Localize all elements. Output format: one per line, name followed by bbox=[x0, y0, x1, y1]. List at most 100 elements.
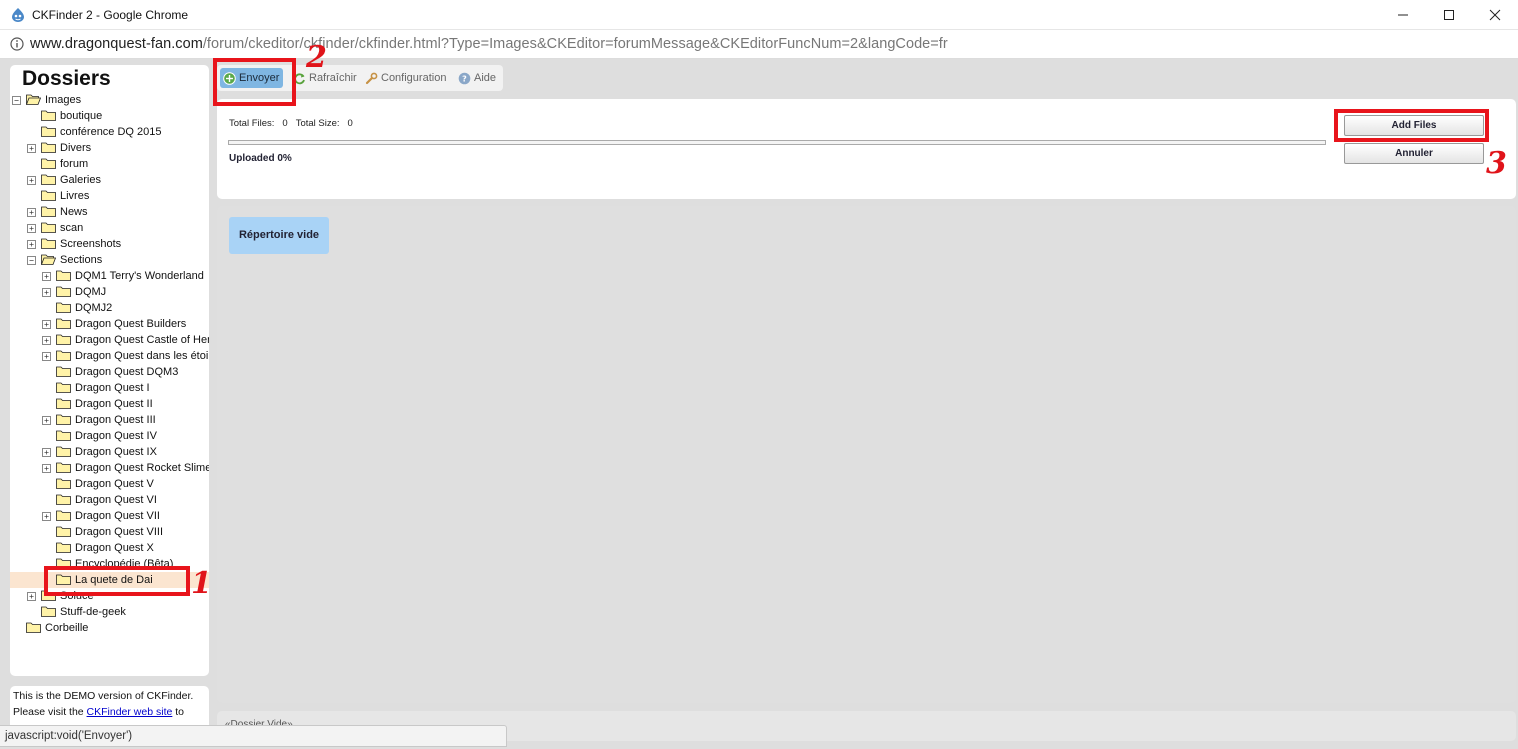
upload-panel: Total Files: 0 Total Size: 0 Uploaded 0% Ad… bbox=[217, 99, 1516, 199]
expand-icon[interactable]: + bbox=[27, 208, 36, 217]
folder-label: Dragon Quest dans les étoiles bbox=[75, 350, 209, 362]
annotation-number-3: 3 bbox=[1486, 146, 1507, 181]
expand-icon[interactable]: + bbox=[42, 352, 51, 361]
folder-item[interactable]: Dragon Quest VIII bbox=[10, 524, 209, 540]
folder-item[interactable]: Dragon Quest IV bbox=[10, 428, 209, 444]
expand-icon[interactable]: + bbox=[42, 288, 51, 297]
settings-label: Configuration bbox=[381, 72, 447, 84]
cancel-button[interactable]: Annuler bbox=[1344, 143, 1484, 164]
help-button[interactable]: ? Aide bbox=[458, 68, 496, 88]
expand-icon[interactable]: + bbox=[42, 336, 51, 345]
folder-item[interactable]: − Images bbox=[10, 92, 209, 108]
expand-icon[interactable]: + bbox=[42, 320, 51, 329]
folder-icon bbox=[41, 174, 56, 185]
annotation-number-1: 1 bbox=[191, 566, 212, 601]
folder-item[interactable]: Livres bbox=[10, 188, 209, 204]
folder-item[interactable]: + Screenshots bbox=[10, 236, 209, 252]
folder-icon bbox=[41, 142, 56, 153]
folder-item[interactable]: − Sections bbox=[10, 252, 209, 268]
annotation-box-folder bbox=[44, 566, 190, 596]
folder-item[interactable]: + Dragon Quest Rocket Slime bbox=[10, 460, 209, 476]
folder-item[interactable]: + Dragon Quest VII bbox=[10, 508, 209, 524]
folder-item[interactable]: + scan bbox=[10, 220, 209, 236]
expand-icon[interactable]: + bbox=[42, 448, 51, 457]
folder-item[interactable]: + Galeries bbox=[10, 172, 209, 188]
folder-item[interactable]: + Dragon Quest IX bbox=[10, 444, 209, 460]
folder-label: Galeries bbox=[60, 174, 101, 186]
settings-button[interactable]: Configuration bbox=[365, 68, 446, 88]
expand-icon[interactable]: + bbox=[27, 144, 36, 153]
folder-item[interactable]: Dragon Quest VI bbox=[10, 492, 209, 508]
folder-label: News bbox=[60, 206, 88, 218]
address-bar[interactable]: www.dragonquest-fan.com/forum/ckeditor/c… bbox=[0, 30, 1518, 59]
ckfinder-site-link[interactable]: CKFinder web site bbox=[87, 706, 173, 718]
info-icon[interactable] bbox=[10, 37, 24, 51]
folder-label: Dragon Quest IX bbox=[75, 446, 157, 458]
folder-item[interactable]: + DQM1 Terry's Wonderland bbox=[10, 268, 209, 284]
expand-icon[interactable]: + bbox=[42, 416, 51, 425]
expand-icon[interactable]: + bbox=[27, 240, 36, 249]
folder-item[interactable]: Dragon Quest V bbox=[10, 476, 209, 492]
folder-icon bbox=[41, 206, 56, 217]
expand-icon[interactable]: + bbox=[42, 464, 51, 473]
folder-item[interactable]: + Dragon Quest Builders bbox=[10, 316, 209, 332]
maximize-button[interactable] bbox=[1426, 0, 1472, 29]
files-view[interactable]: Répertoire vide bbox=[217, 206, 1516, 703]
folder-item[interactable]: boutique bbox=[10, 108, 209, 124]
folder-label: Dragon Quest DQM3 bbox=[75, 366, 179, 378]
folder-icon bbox=[56, 542, 71, 553]
url-host: www.dragonquest-fan.com bbox=[30, 36, 203, 52]
folder-item[interactable]: Dragon Quest I bbox=[10, 380, 209, 396]
folder-icon bbox=[56, 270, 71, 281]
help-icon: ? bbox=[458, 72, 471, 84]
folder-icon bbox=[41, 222, 56, 233]
expand-icon[interactable]: + bbox=[27, 224, 36, 233]
folder-open-icon bbox=[26, 94, 41, 105]
folder-label: Dragon Quest X bbox=[75, 542, 154, 554]
folder-item[interactable]: conférence DQ 2015 bbox=[10, 124, 209, 140]
folders-title: Dossiers bbox=[22, 67, 111, 90]
demo-text-2: Please visit the bbox=[13, 706, 87, 718]
upload-progress-bar bbox=[228, 140, 1326, 145]
minimize-button[interactable] bbox=[1380, 0, 1426, 29]
folder-label: Dragon Quest II bbox=[75, 398, 153, 410]
folder-label: Stuff-de-geek bbox=[60, 606, 126, 618]
folder-icon bbox=[41, 606, 56, 617]
folder-icon bbox=[56, 510, 71, 521]
folder-label: scan bbox=[60, 222, 84, 234]
minimize-icon bbox=[1398, 14, 1408, 15]
collapse-icon[interactable]: − bbox=[12, 96, 21, 105]
folder-label: Dragon Quest VII bbox=[75, 510, 160, 522]
folder-item[interactable]: Stuff-de-geek bbox=[10, 604, 209, 620]
folder-label: DQMJ bbox=[75, 286, 107, 298]
folder-item[interactable]: + Dragon Quest Castle of Heroes bbox=[10, 332, 209, 348]
folder-tree: − Images boutique conférence DQ 2015 + Divers… bbox=[10, 92, 209, 636]
folder-icon bbox=[56, 526, 71, 537]
folder-label: Dragon Quest V bbox=[75, 478, 154, 490]
folder-item[interactable]: + Dragon Quest dans les étoiles bbox=[10, 348, 209, 364]
folder-item[interactable]: + News bbox=[10, 204, 209, 220]
annotation-box-upload bbox=[213, 58, 296, 106]
expand-icon[interactable]: + bbox=[42, 272, 51, 281]
total-size-value: 0 bbox=[347, 118, 353, 129]
folder-item[interactable]: Dragon Quest X bbox=[10, 540, 209, 556]
expand-icon[interactable]: + bbox=[27, 592, 36, 601]
folder-icon bbox=[41, 110, 56, 121]
close-button[interactable] bbox=[1472, 0, 1518, 29]
folder-label: Corbeille bbox=[45, 622, 89, 634]
folder-item[interactable]: Corbeille bbox=[10, 620, 209, 636]
folder-label: Dragon Quest VIII bbox=[75, 526, 164, 538]
collapse-icon[interactable]: − bbox=[27, 256, 36, 265]
folder-item[interactable]: forum bbox=[10, 156, 209, 172]
folder-label: Dragon Quest VI bbox=[75, 494, 157, 506]
folder-item[interactable]: DQMJ2 bbox=[10, 300, 209, 316]
folder-item[interactable]: + DQMJ bbox=[10, 284, 209, 300]
folder-item[interactable]: Dragon Quest DQM3 bbox=[10, 364, 209, 380]
folder-label: Dragon Quest Builders bbox=[75, 318, 187, 330]
folder-item[interactable]: Dragon Quest II bbox=[10, 396, 209, 412]
url-text[interactable]: www.dragonquest-fan.com/forum/ckeditor/c… bbox=[30, 36, 948, 52]
expand-icon[interactable]: + bbox=[42, 512, 51, 521]
expand-icon[interactable]: + bbox=[27, 176, 36, 185]
folder-item[interactable]: + Dragon Quest III bbox=[10, 412, 209, 428]
folder-item[interactable]: + Divers bbox=[10, 140, 209, 156]
